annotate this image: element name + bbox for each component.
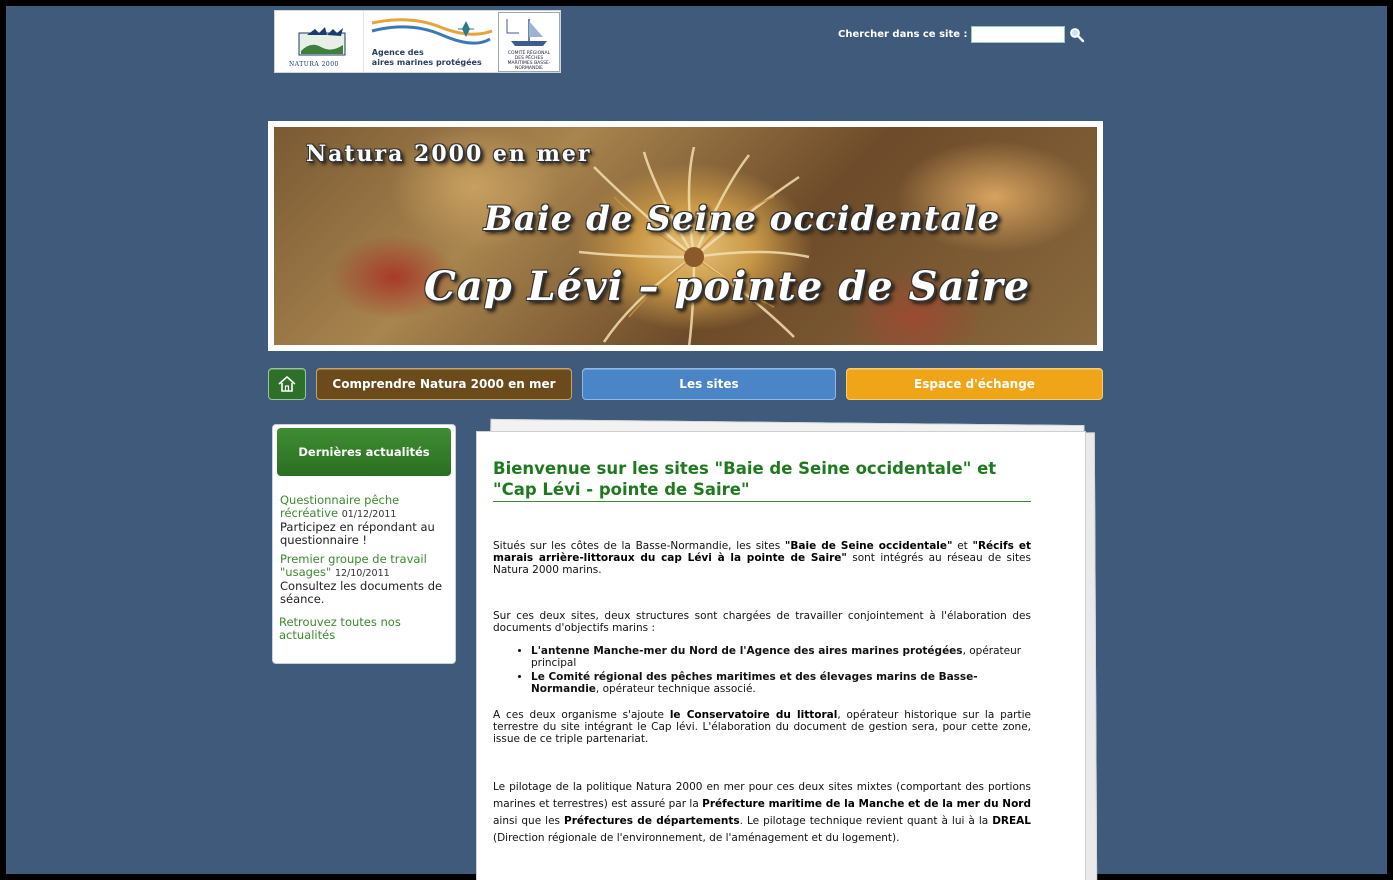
bold-text: Préfecture maritime de la Manche et de l… [702, 798, 1031, 810]
text: , opérateur technique associé. [595, 683, 756, 695]
conservatoire-paragraph: A ces deux organisme s'ajoute le Conserv… [493, 709, 1031, 745]
fanworm-image [578, 147, 810, 345]
news-date: 01/12/2011 [341, 509, 397, 520]
news-heading: Dernières actualités [277, 428, 451, 476]
natura-2000-logo[interactable]: NATURA 2000 [275, 11, 364, 72]
bold-text: L'antenne Manche-mer du Nord de l'Agence… [531, 645, 963, 657]
page-title: Bienvenue sur les sites "Baie de Seine o… [493, 458, 1031, 502]
all-news-link[interactable]: Retrouvez toutes nos actualités [277, 616, 451, 642]
search-icon[interactable] [1069, 27, 1085, 43]
crpm-logo[interactable]: COMITÉ RÉGIONAL DES PÊCHES MARITIMES BAS… [498, 11, 560, 72]
news-sidebar: Dernières actualités Questionnaire pêche… [272, 424, 456, 664]
banner-title-line1: Natura 2000 en mer [306, 141, 592, 167]
nav-home-button[interactable] [268, 368, 306, 400]
bold-text: "Baie de Seine occidentale" [784, 540, 953, 552]
news-item: Premier groupe de travail "usages" 12/10… [277, 553, 451, 606]
news-text: Participez en répondant au questionnaire… [280, 520, 435, 547]
text: ainsi que les [493, 815, 565, 827]
search-input[interactable] [970, 26, 1065, 43]
nav-les-sites[interactable]: Les sites [582, 368, 836, 400]
wave-icon [371, 18, 493, 45]
site-search: Chercher dans ce site : [838, 26, 1085, 43]
aamp-line1: Agence des [371, 48, 424, 57]
aamp-line2: aires marines protégées [371, 58, 482, 67]
news-item: Questionnaire pêche récréative 01/12/201… [277, 494, 451, 547]
banner-title-line2: Baie de Seine occidentale [484, 199, 1001, 239]
pilotage-paragraph: Le pilotage de la politique Natura 2000 … [493, 779, 1031, 847]
list-item: Le Comité régional des pêches maritimes … [531, 671, 1031, 695]
main-content: Bienvenue sur les sites "Baie de Seine o… [476, 431, 1086, 880]
banner-image: Natura 2000 en mer Baie de Seine occiden… [274, 127, 1097, 345]
nav-comprendre[interactable]: Comprendre Natura 2000 en mer [316, 368, 572, 400]
news-text: Consultez les documents de séance. [280, 579, 443, 606]
intro-paragraph: Situés sur les côtes de la Basse-Normand… [493, 540, 1031, 576]
page: NATURA 2000 Agence des aires marines pro… [6, 6, 1387, 880]
banner-title-line3: Cap Lévi – pointe de Saire [424, 263, 1031, 310]
birds-icon [298, 27, 346, 56]
text: A ces deux organisme s'ajoute [493, 709, 670, 721]
aamp-logo[interactable]: Agence des aires marines protégées [364, 11, 494, 72]
nav-espace-echange[interactable]: Espace d'échange [846, 368, 1103, 400]
bold-text: le Conservatoire du littoral [669, 709, 838, 721]
boat-icon [506, 18, 547, 46]
text: Situés sur les côtes de la Basse-Normand… [493, 540, 785, 552]
natura-caption: NATURA 2000 [289, 61, 339, 68]
text: . Le pilotage technique revient quant à … [739, 815, 993, 827]
structures-list: L'antenne Manche-mer du Nord de l'Agence… [531, 645, 1031, 695]
bold-text: DREAL [992, 815, 1031, 827]
text: et [952, 540, 973, 552]
search-label: Chercher dans ce site : [838, 29, 968, 40]
home-icon [278, 375, 296, 392]
partner-logos: NATURA 2000 Agence des aires marines pro… [274, 10, 561, 73]
header-banner: Natura 2000 en mer Baie de Seine occiden… [268, 121, 1103, 351]
news-date: 12/10/2011 [334, 568, 390, 579]
text: (Direction régionale de l'environnement,… [493, 832, 900, 844]
main-nav: Comprendre Natura 2000 en mer Les sites … [268, 368, 1103, 400]
structures-paragraph: Sur ces deux sites, deux structures sont… [493, 610, 1031, 634]
bold-text: Préfectures de départements [564, 815, 740, 827]
crpm-text: COMITÉ RÉGIONAL DES PÊCHES MARITIMES BAS… [507, 50, 551, 71]
list-item: L'antenne Manche-mer du Nord de l'Agence… [531, 645, 1031, 669]
